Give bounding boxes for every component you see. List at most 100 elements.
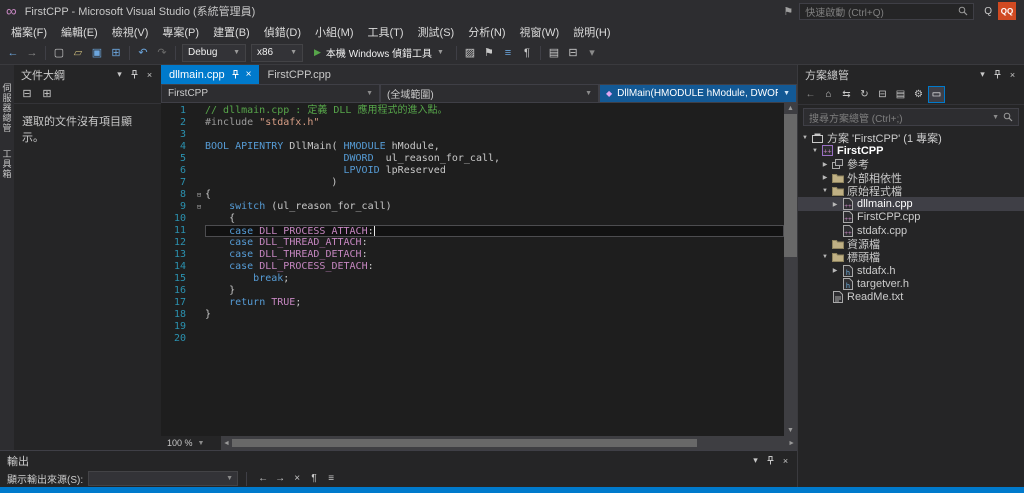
formatting-icon[interactable]: ¶ (518, 44, 536, 62)
code-line-4[interactable]: 4 BOOL APIENTRY DllMain( HMODULE hModule, (161, 141, 784, 153)
code-line-16[interactable]: 16 } (161, 285, 784, 297)
tab-firstcpp-cpp[interactable]: FirstCPP.cpp (259, 65, 338, 84)
member-dropdown[interactable]: ◆ DllMain(HMODULE hModule, DWORD ul_rea … (599, 84, 797, 103)
autohide-tab-server-explorer[interactable]: 伺服器總管 (1, 83, 14, 133)
fold-collapse-icon[interactable]: ⊟ (193, 189, 205, 201)
solution-explorer-search[interactable]: 搜尋方案總管 (Ctrl+;) ▼ (803, 108, 1019, 126)
scroll-right-icon[interactable]: ► (788, 440, 795, 447)
project-dropdown[interactable]: FirstCPP ▼ (161, 84, 380, 103)
tree-item--[interactable]: ▼ 原始程式檔 (798, 184, 1024, 198)
collapsed-chevron-icon[interactable]: ▶ (820, 174, 830, 181)
close-icon[interactable]: × (778, 453, 793, 468)
solution-platform-dropdown[interactable]: x86 ▼ (251, 43, 303, 62)
autohide-tab-toolbox[interactable]: 工具箱 (1, 149, 14, 179)
pin-icon[interactable] (231, 70, 240, 79)
solution-configuration-dropdown[interactable]: Debug ▼ (182, 43, 246, 62)
code-line-2[interactable]: 2 #include "stdafx.h" (161, 117, 784, 129)
code-line-6[interactable]: 6 LPVOID lpReserved (161, 165, 784, 177)
scrollbar-thumb[interactable] (231, 439, 698, 447)
code-line-14[interactable]: 14 case DLL_PROCESS_DETACH: (161, 261, 784, 273)
menu-item-0[interactable]: 檔案(F) (4, 22, 54, 42)
menu-item-9[interactable]: 分析(N) (461, 22, 512, 42)
toolbar-overflow-icon[interactable]: ▾ (583, 44, 601, 62)
new-file-icon[interactable]: ▢ (50, 44, 68, 62)
pin-icon[interactable] (763, 453, 778, 468)
code-line-11[interactable]: 11 case DLL_PROCESS_ATTACH: (161, 225, 784, 237)
vertical-scrollbar[interactable]: ▲ ▼ (784, 103, 797, 436)
redo-icon[interactable]: ↷ (153, 44, 171, 62)
zoom-dropdown[interactable]: 100 % ▼ (161, 436, 221, 450)
pin-icon[interactable] (990, 67, 1005, 82)
tree-item-firstcpp[interactable]: ▼ ++ FirstCPP (798, 144, 1024, 157)
tree-item--firstcpp-1-[interactable]: ▼ 方案 'FirstCPP' (1 專案) (798, 131, 1024, 145)
toggle-autoscroll-icon[interactable]: ≡ (323, 471, 339, 487)
expanded-chevron-icon[interactable]: ▼ (820, 188, 830, 194)
previous-message-icon[interactable]: ← (255, 471, 271, 487)
menu-item-10[interactable]: 視窗(W) (513, 22, 567, 42)
properties-icon[interactable]: ⚙ (910, 86, 927, 103)
close-icon[interactable]: × (1005, 67, 1020, 82)
code-line-13[interactable]: 13 case DLL_THREAD_DETACH: (161, 249, 784, 261)
expanded-chevron-icon[interactable]: ▼ (820, 254, 830, 260)
scrollbar-thumb[interactable] (784, 114, 797, 258)
navigate-forward-icon[interactable]: → (23, 44, 41, 62)
tree-item-readme.txt[interactable]: ReadMe.txt (798, 291, 1024, 304)
fold-collapse-icon[interactable]: ⊟ (193, 201, 205, 213)
scroll-down-icon[interactable]: ▼ (787, 425, 794, 436)
output-source-dropdown[interactable]: ▼ (88, 471, 239, 486)
save-all-icon[interactable]: ⊞ (107, 44, 125, 62)
comment-lines-icon[interactable]: ≡ (499, 44, 517, 62)
code-line-17[interactable]: 17 return TRUE; (161, 297, 784, 309)
close-icon[interactable]: × (142, 67, 157, 82)
scroll-up-icon[interactable]: ▲ (787, 103, 794, 114)
menu-item-5[interactable]: 偵錯(D) (257, 22, 308, 42)
expanded-chevron-icon[interactable]: ▼ (810, 148, 820, 154)
find-in-files-icon[interactable]: ▨ (461, 44, 479, 62)
show-all-files-icon[interactable]: ▤ (892, 86, 909, 103)
start-debugging-button[interactable]: ▶ 本機 Windows 偵錯工具 ▼ (308, 44, 450, 62)
menu-item-6[interactable]: 小組(M) (308, 22, 361, 42)
collapse-all-icon[interactable]: ⊟ (874, 86, 891, 103)
menu-item-8[interactable]: 測試(S) (411, 22, 462, 42)
code-line-15[interactable]: 15 break; (161, 273, 784, 285)
tab-dllmain-cpp[interactable]: dllmain.cpp × (161, 65, 260, 84)
code-editor[interactable]: 1 // dllmain.cpp : 定義 DLL 應用程式的進入點。 2 #incl… (161, 103, 784, 436)
tree-item-stdafx.cpp[interactable]: ++ stdafx.cpp (798, 224, 1024, 237)
collapsed-chevron-icon[interactable]: ▶ (820, 161, 830, 168)
close-icon[interactable]: × (246, 69, 252, 80)
scope-dropdown[interactable]: (全域範圍) ▼ (380, 84, 599, 103)
code-line-12[interactable]: 12 case DLL_THREAD_ATTACH: (161, 237, 784, 249)
save-icon[interactable]: ▣ (88, 44, 106, 62)
tree-item--[interactable]: ▶ 參考 (798, 158, 1024, 171)
tree-item-dllmain.cpp[interactable]: ▶ ++ dllmain.cpp (798, 197, 1024, 211)
tree-item--[interactable]: ▶ 外部相依性 (798, 171, 1024, 185)
window-position-chevron-icon[interactable]: ▾ (748, 453, 763, 468)
code-line-19[interactable]: 19 (161, 321, 784, 333)
word-wrap-icon[interactable]: ¶ (306, 471, 322, 487)
code-line-1[interactable]: 1 // dllmain.cpp : 定義 DLL 應用程式的進入點。 (161, 105, 784, 117)
bookmark-icon[interactable]: ⚑ (480, 44, 498, 62)
menu-item-1[interactable]: 編輯(E) (54, 22, 105, 42)
undo-icon[interactable]: ↶ (134, 44, 152, 62)
code-line-7[interactable]: 7 ) (161, 177, 784, 189)
collapsed-chevron-icon[interactable]: ▶ (830, 201, 840, 208)
menu-item-7[interactable]: 工具(T) (361, 22, 411, 42)
window-position-chevron-icon[interactable]: ▾ (975, 67, 990, 82)
code-line-20[interactable]: 20 (161, 333, 784, 345)
navigate-back-icon[interactable]: ← (4, 44, 22, 62)
pin-icon[interactable] (127, 67, 142, 82)
account-menu[interactable]: Q (984, 6, 992, 17)
horizontal-scrollbar[interactable]: ◄ ► (221, 436, 797, 450)
expanded-chevron-icon[interactable]: ▼ (800, 135, 810, 141)
window-position-chevron-icon[interactable]: ▾ (112, 67, 127, 82)
code-line-5[interactable]: 5 DWORD ul_reason_for_call, (161, 153, 784, 165)
account-avatar[interactable]: QQ (998, 2, 1016, 20)
tree-item--[interactable]: 資源檔 (798, 237, 1024, 251)
tree-item-firstcpp.cpp[interactable]: ++ FirstCPP.cpp (798, 211, 1024, 224)
quick-launch-search[interactable]: 快速啟動 (Ctrl+Q) (799, 2, 975, 20)
code-line-18[interactable]: 18} (161, 309, 784, 321)
back-icon[interactable]: ← (802, 86, 819, 103)
sync-with-active-document-icon[interactable]: ↻ (856, 86, 873, 103)
menu-item-3[interactable]: 專案(P) (155, 22, 206, 42)
switch-views-icon[interactable]: ⇆ (838, 86, 855, 103)
